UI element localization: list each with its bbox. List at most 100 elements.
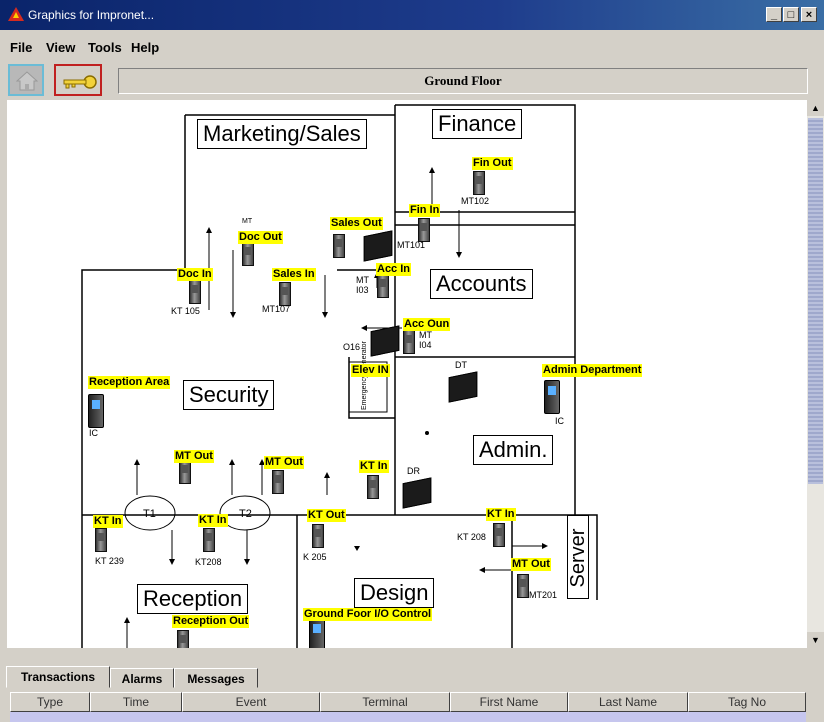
menu-view[interactable]: View xyxy=(46,40,75,55)
reader-doc-out[interactable] xyxy=(242,242,254,266)
label-o16: O16 xyxy=(343,342,361,352)
label-kt208b: KT 208 xyxy=(457,532,486,542)
reader-kt239[interactable] xyxy=(95,528,107,552)
tag-kt-in-2[interactable]: KT In xyxy=(198,514,228,527)
area-reception: Reception xyxy=(137,584,249,614)
reader-kt105[interactable] xyxy=(189,280,201,304)
toolbar: Ground Floor xyxy=(0,64,824,98)
tag-sales-in[interactable]: Sales In xyxy=(272,268,316,281)
tag-kt-out[interactable]: KT Out xyxy=(307,509,346,522)
tag-acc-out[interactable]: Acc Oun xyxy=(403,318,451,331)
label-t2: T2 xyxy=(239,508,252,520)
scroll-thumb[interactable] xyxy=(808,118,823,484)
vertical-scrollbar[interactable]: ▲ ▼ xyxy=(807,100,824,648)
label-ic-reception: IC xyxy=(89,428,98,438)
close-button[interactable]: × xyxy=(801,7,817,22)
tag-doc-out[interactable]: Doc Out xyxy=(238,231,283,244)
floorplan-walls xyxy=(81,104,598,648)
tag-kt-in-3[interactable]: KT In xyxy=(359,460,389,473)
reader-kt208b[interactable] xyxy=(493,523,505,547)
tag-kt-in-1[interactable]: KT In xyxy=(93,515,123,528)
tab-messages[interactable]: Messages xyxy=(174,668,258,688)
label-mt103: MT I03 xyxy=(356,275,369,295)
scroll-up-icon[interactable]: ▲ xyxy=(807,100,824,116)
column-terminal[interactable]: Terminal xyxy=(320,692,450,712)
reader-mt101[interactable] xyxy=(418,218,430,242)
tag-reception-area[interactable]: Reception Area xyxy=(88,376,171,389)
tag-mt-out-2[interactable]: MT Out xyxy=(264,456,304,469)
tab-strip: Transactions Alarms Messages xyxy=(0,666,824,688)
menu-file[interactable]: File xyxy=(10,40,32,55)
label-mt102: MT102 xyxy=(461,196,490,206)
column-type[interactable]: Type xyxy=(10,692,90,712)
reader-kt208[interactable] xyxy=(203,528,215,552)
tab-alarms[interactable]: Alarms xyxy=(110,668,174,688)
reader-mt102[interactable] xyxy=(473,171,485,195)
label-t1: T1 xyxy=(143,508,156,520)
area-accounts: Accounts xyxy=(430,269,533,299)
reader-reception-out[interactable] xyxy=(177,630,189,648)
area-security: Security xyxy=(183,380,275,410)
tab-transactions[interactable]: Transactions xyxy=(6,666,110,688)
label-mt101: MT101 xyxy=(397,240,426,250)
home-icon xyxy=(16,71,38,91)
area-admin: Admin. xyxy=(473,435,554,465)
transactions-panel: Transactions Alarms Messages Type Time E… xyxy=(0,650,824,722)
kiosk-reception-area[interactable] xyxy=(88,394,104,428)
area-server-label: Server xyxy=(567,528,589,588)
floorplan-canvas[interactable]: Marketing/Sales Finance Accounts Securit… xyxy=(7,100,807,648)
tag-admin-department[interactable]: Admin Department xyxy=(542,364,643,377)
reader-kt-in-3[interactable] xyxy=(367,475,379,499)
key-button[interactable] xyxy=(54,64,102,96)
menu-help[interactable]: Help xyxy=(131,40,159,55)
kiosk-admin[interactable] xyxy=(544,380,560,414)
title-bar: Graphics for Impronet... _ □ × xyxy=(0,0,824,30)
tag-kt-in-4[interactable]: KT In xyxy=(486,508,516,521)
maximize-button[interactable]: □ xyxy=(783,7,799,22)
key-icon xyxy=(63,75,97,89)
menu-tools[interactable]: Tools xyxy=(88,40,122,55)
home-button[interactable] xyxy=(8,64,44,96)
reader-mt103[interactable] xyxy=(377,274,389,298)
area-marketing-sales: Marketing/Sales xyxy=(197,119,367,149)
tag-mt-out-3[interactable]: MT Out xyxy=(511,558,551,571)
window-title: Graphics for Impronet... xyxy=(28,8,155,22)
scroll-down-icon[interactable]: ▼ xyxy=(807,632,824,648)
tag-doc-in[interactable]: Doc In xyxy=(177,268,213,281)
label-mt201: MT201 xyxy=(529,590,558,600)
reader-mt201[interactable] xyxy=(517,574,529,598)
tag-sales-out[interactable]: Sales Out xyxy=(330,217,383,230)
label-kt105: KT 105 xyxy=(171,306,200,316)
area-finance: Finance xyxy=(432,109,523,139)
tag-fin-in[interactable]: Fin In xyxy=(409,204,441,217)
kiosk-ground-io[interactable] xyxy=(309,618,325,648)
label-mt-small: MT xyxy=(242,218,253,225)
reader-mt-out-2[interactable] xyxy=(272,470,284,494)
menu-bar: File View Tools Help xyxy=(0,35,824,57)
reader-mt107[interactable] xyxy=(279,282,291,306)
label-mt107: MT107 xyxy=(262,304,291,314)
tag-reception-out[interactable]: Reception Out xyxy=(172,615,250,628)
reader-sales-out[interactable] xyxy=(333,234,345,258)
tag-ground-io-control[interactable]: Ground Foor I/O Control xyxy=(303,608,433,621)
column-time[interactable]: Time xyxy=(90,692,182,712)
area-server: Server xyxy=(567,515,589,599)
label-kt239: KT 239 xyxy=(95,556,124,566)
minimize-button[interactable]: _ xyxy=(766,7,782,22)
reader-k205[interactable] xyxy=(312,524,324,548)
tag-acc-in[interactable]: Acc In xyxy=(376,263,412,276)
column-tag-no[interactable]: Tag No xyxy=(688,692,806,712)
column-last-name[interactable]: Last Name xyxy=(568,692,688,712)
tag-elev-in[interactable]: Elev IN xyxy=(351,364,390,377)
reader-mt-out-1[interactable] xyxy=(179,460,191,484)
table-row[interactable] xyxy=(10,712,806,722)
reader-mt104[interactable] xyxy=(403,330,415,354)
column-first-name[interactable]: First Name xyxy=(450,692,568,712)
table-header: Type Time Event Terminal First Name Last… xyxy=(10,692,806,712)
tag-fin-out[interactable]: Fin Out xyxy=(472,157,513,170)
column-event[interactable]: Event xyxy=(182,692,320,712)
label-ic-admin: IC xyxy=(555,416,564,426)
tag-mt-out-1[interactable]: MT Out xyxy=(174,450,214,463)
label-kt208: KT208 xyxy=(195,557,222,567)
label-dr: DR xyxy=(407,466,420,476)
